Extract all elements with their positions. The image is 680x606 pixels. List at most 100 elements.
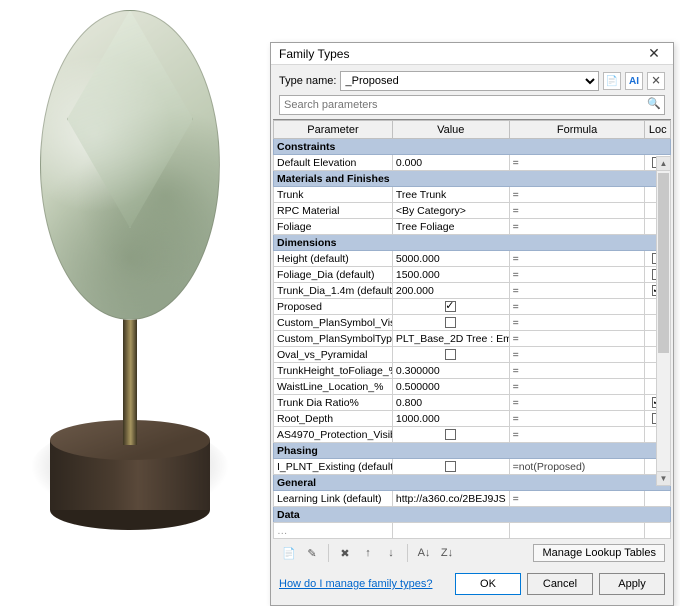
close-icon[interactable]: ✕	[639, 45, 669, 63]
param-value-cell[interactable]: Tree Trunk	[392, 187, 509, 203]
delete-type-button[interactable]: 🗙	[647, 72, 665, 90]
vertical-scrollbar[interactable]: ▲ ▼	[656, 156, 671, 486]
param-formula-cell[interactable]: =	[509, 267, 645, 283]
param-name-cell[interactable]: Custom_PlanSymbolType<Pla	[274, 331, 393, 347]
cancel-button[interactable]: Cancel	[527, 573, 593, 595]
table-row[interactable]: I_PLNT_Existing (default) =not(Proposed)	[274, 459, 671, 475]
param-value-cell[interactable]: 0.300000	[392, 363, 509, 379]
param-name-cell[interactable]: AS4970_Protection_Visible (de	[274, 427, 393, 443]
param-name-cell[interactable]: I_PLNT_Existing (default)	[274, 459, 393, 475]
param-name-cell[interactable]: Trunk	[274, 187, 393, 203]
table-row[interactable]: Default Elevation0.000=	[274, 155, 671, 171]
checkbox[interactable]	[445, 461, 456, 472]
group-header[interactable]: Materials and Finishes	[274, 171, 671, 187]
param-name-cell[interactable]: Custom_PlanSymbol_Visible	[274, 315, 393, 331]
param-name-cell[interactable]: Trunk Dia Ratio%	[274, 395, 393, 411]
table-row[interactable]: Root_Depth1000.000=	[274, 411, 671, 427]
param-value-cell[interactable]: 1000.000	[392, 411, 509, 427]
param-name-cell[interactable]: Root_Depth	[274, 411, 393, 427]
param-name-cell[interactable]: TrunkHeight_toFoliage_%	[274, 363, 393, 379]
param-name-cell[interactable]: Foliage	[274, 219, 393, 235]
table-row[interactable]: Trunk Dia Ratio%0.800=	[274, 395, 671, 411]
group-header[interactable]: General	[274, 475, 671, 491]
parameter-grid[interactable]: Parameter Value Formula Loc ConstraintsD…	[273, 119, 671, 539]
param-formula-cell[interactable]: =	[509, 363, 645, 379]
table-row[interactable]: Foliage_Dia (default)1500.000=	[274, 267, 671, 283]
param-name-cell[interactable]: Proposed	[274, 299, 393, 315]
table-row[interactable]: AS4970_Protection_Visible (de =	[274, 427, 671, 443]
rename-type-button[interactable]: AI	[625, 72, 643, 90]
param-formula-cell[interactable]: =	[509, 315, 645, 331]
manage-lookup-tables-button[interactable]: Manage Lookup Tables	[533, 544, 665, 562]
param-formula-cell[interactable]: =	[509, 187, 645, 203]
group-header[interactable]: Dimensions	[274, 235, 671, 251]
col-formula[interactable]: Formula	[509, 121, 645, 139]
table-row[interactable]: TrunkHeight_toFoliage_%0.300000=	[274, 363, 671, 379]
checkbox[interactable]	[445, 349, 456, 360]
col-lock[interactable]: Loc	[645, 121, 671, 139]
col-parameter[interactable]: Parameter	[274, 121, 393, 139]
param-value-cell[interactable]: 5000.000	[392, 251, 509, 267]
param-value-cell[interactable]: 0.500000	[392, 379, 509, 395]
param-value-cell[interactable]: http://a360.co/2BEJ9JS	[392, 491, 509, 507]
model-viewport[interactable]	[0, 0, 270, 559]
param-formula-cell[interactable]: =	[509, 331, 645, 347]
help-link[interactable]: How do I manage family types?	[279, 578, 432, 590]
param-formula-cell[interactable]: =	[509, 395, 645, 411]
param-formula-cell[interactable]: =	[509, 347, 645, 363]
param-formula-cell[interactable]: =	[509, 491, 645, 507]
table-row[interactable]: Proposed =	[274, 299, 671, 315]
table-row[interactable]: RPC Material<By Category>=	[274, 203, 671, 219]
col-value[interactable]: Value	[392, 121, 509, 139]
scroll-down-icon[interactable]: ▼	[657, 471, 670, 485]
table-row[interactable]: Height (default)5000.000=	[274, 251, 671, 267]
new-parameter-button[interactable]: 📄	[279, 543, 299, 563]
param-value-cell[interactable]: <By Category>	[392, 203, 509, 219]
param-value-cell[interactable]	[392, 315, 509, 331]
sort-descending-button[interactable]: Z↓	[437, 543, 457, 563]
param-value-cell[interactable]: 0.000	[392, 155, 509, 171]
checkbox[interactable]	[445, 317, 456, 328]
param-value-cell[interactable]: 200.000	[392, 283, 509, 299]
checkbox[interactable]	[445, 301, 456, 312]
param-name-cell[interactable]: Height (default)	[274, 251, 393, 267]
param-value-cell[interactable]	[392, 459, 509, 475]
table-row[interactable]: …	[274, 523, 671, 539]
dialog-titlebar[interactable]: Family Types ✕	[271, 43, 673, 65]
param-name-cell[interactable]: WaistLine_Location_%	[274, 379, 393, 395]
table-row[interactable]: Custom_PlanSymbolType<PlaPLT_Base_2D Tre…	[274, 331, 671, 347]
param-value-cell[interactable]: Tree Foliage	[392, 219, 509, 235]
table-row[interactable]: Oval_vs_Pyramidal =	[274, 347, 671, 363]
table-row[interactable]: Learning Link (default)http://a360.co/2B…	[274, 491, 671, 507]
param-lock-cell[interactable]	[645, 491, 671, 507]
new-type-button[interactable]: 📄	[603, 72, 621, 90]
param-name-cell[interactable]: Learning Link (default)	[274, 491, 393, 507]
move-down-button[interactable]: ↓	[381, 543, 401, 563]
checkbox[interactable]	[445, 429, 456, 440]
table-row[interactable]: Custom_PlanSymbol_Visible =	[274, 315, 671, 331]
param-formula-cell[interactable]: =	[509, 155, 645, 171]
search-input[interactable]	[279, 95, 665, 115]
param-name-cell[interactable]: Default Elevation	[274, 155, 393, 171]
param-formula-cell[interactable]: =	[509, 427, 645, 443]
sort-ascending-button[interactable]: A↓	[414, 543, 434, 563]
param-formula-cell[interactable]: =	[509, 203, 645, 219]
param-value-cell[interactable]	[392, 299, 509, 315]
apply-button[interactable]: Apply	[599, 573, 665, 595]
param-name-cell[interactable]: Oval_vs_Pyramidal	[274, 347, 393, 363]
modify-parameter-button[interactable]: ✎	[302, 543, 322, 563]
param-formula-cell[interactable]: =	[509, 379, 645, 395]
param-formula-cell[interactable]: =	[509, 299, 645, 315]
param-value-cell[interactable]: 0.800	[392, 395, 509, 411]
param-value-cell[interactable]	[392, 347, 509, 363]
scrollbar-thumb[interactable]	[658, 173, 669, 353]
group-header[interactable]: Phasing	[274, 443, 671, 459]
table-row[interactable]: FoliageTree Foliage=	[274, 219, 671, 235]
param-formula-cell[interactable]: =	[509, 219, 645, 235]
param-formula-cell[interactable]: =not(Proposed)	[509, 459, 645, 475]
param-value-cell[interactable]: PLT_Base_2D Tree : Empty	[392, 331, 509, 347]
ok-button[interactable]: OK	[455, 573, 521, 595]
param-name-cell[interactable]: Foliage_Dia (default)	[274, 267, 393, 283]
group-header[interactable]: Constraints	[274, 139, 671, 155]
param-name-cell[interactable]: RPC Material	[274, 203, 393, 219]
